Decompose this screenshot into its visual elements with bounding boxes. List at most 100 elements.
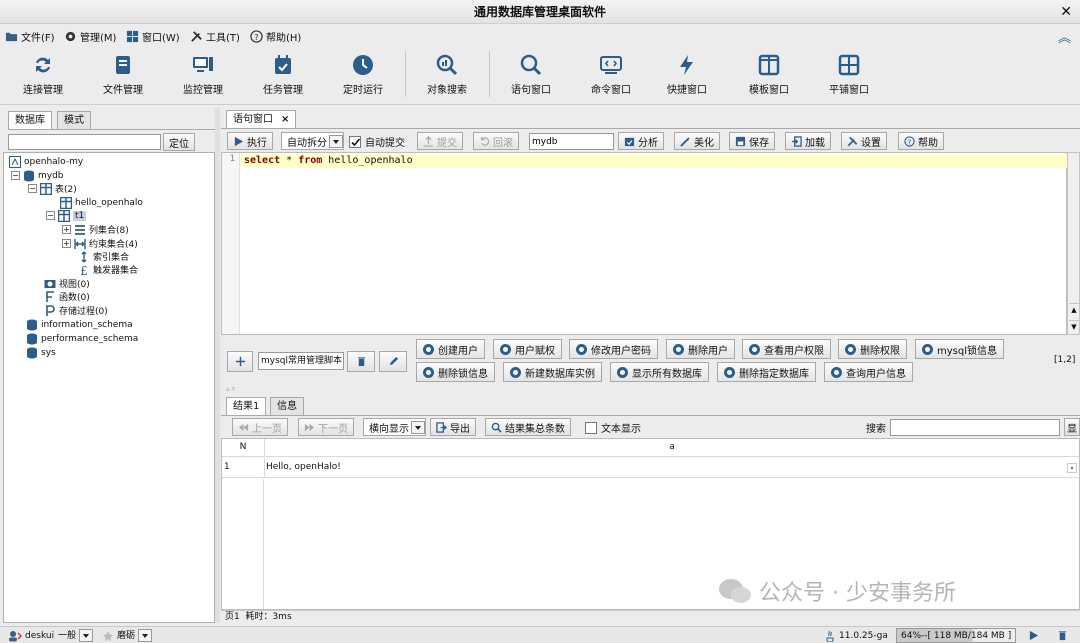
create-user-button[interactable]: 创建用户 <box>416 339 485 359</box>
column-header-n[interactable]: N <box>222 442 264 452</box>
beautify-button[interactable]: 美化 <box>674 132 720 150</box>
menu-help[interactable]: ? 帮助(H) <box>250 28 301 44</box>
column-header-a[interactable]: a <box>265 442 1079 452</box>
change-password-button[interactable]: 修改用户密码 <box>569 339 658 359</box>
gc-run-button[interactable] <box>1024 628 1042 643</box>
expand-toggle-icon[interactable]: + <box>62 239 71 248</box>
style-select[interactable]: 磨砺 <box>102 628 153 643</box>
sql-editor[interactable]: 1 select * from hello_openhalo <box>221 152 1067 335</box>
show-databases-button[interactable]: 显示所有数据库 <box>610 362 709 382</box>
mysql-lock-info-button[interactable]: mysql锁信息 <box>915 339 1004 359</box>
show-button[interactable]: 显 <box>1064 418 1080 436</box>
tree-node-views[interactable]: 视图(0) <box>44 277 90 290</box>
scheduled-run-button[interactable]: 定时运行 <box>328 51 398 101</box>
revoke-privilege-button[interactable]: 删除权限 <box>838 339 907 359</box>
tab-database[interactable]: 数据库 <box>8 111 52 129</box>
menu-manage[interactable]: 管理(M) <box>64 28 116 44</box>
add-script-button[interactable] <box>227 351 253 372</box>
total-count-button[interactable]: 结果集总条数 <box>485 418 571 436</box>
tile-window-button[interactable]: 平铺窗口 <box>814 51 884 101</box>
tree-node-hello-openhalo[interactable]: hello_openhalo <box>60 196 143 209</box>
tree-node-columns[interactable]: + 列集合(8) <box>62 223 129 236</box>
tree-node-t1[interactable]: − t1 <box>46 209 87 222</box>
save-button[interactable]: 保存 <box>729 132 775 150</box>
level-select[interactable]: 一般 <box>58 628 94 643</box>
drop-database-button[interactable]: 删除指定数据库 <box>717 362 816 382</box>
tree-filter-input[interactable] <box>8 134 161 150</box>
template-window-button[interactable]: 模板窗口 <box>734 51 804 101</box>
collapse-toggle-icon[interactable]: − <box>46 211 55 220</box>
editor-scrollbar[interactable]: ▲ ▼ <box>1067 152 1080 335</box>
tree-node-mydb[interactable]: − mydb <box>11 169 64 182</box>
tree-node-performance-schema[interactable]: performance_schema <box>26 332 138 345</box>
text-display-checkbox[interactable]: 文本显示 <box>585 420 641 435</box>
tab-statement-window[interactable]: 语句窗口 × <box>226 110 297 128</box>
auto-split-select[interactable]: 自动拆分 <box>281 132 344 150</box>
collapse-toolbar-icon[interactable]: ︽ <box>1058 27 1071 46</box>
tree-node-procedures[interactable]: 存储过程(0) <box>44 304 108 317</box>
settings-button[interactable]: 设置 <box>841 132 887 150</box>
expand-toggle-icon[interactable]: + <box>62 225 71 234</box>
help-button[interactable]: ? 帮助 <box>898 132 944 150</box>
edit-script-button[interactable] <box>379 351 407 372</box>
menu-file[interactable]: 文件(F) <box>5 28 55 44</box>
new-db-instance-button[interactable]: 新建数据库实例 <box>503 362 602 382</box>
export-button[interactable]: 导出 <box>430 418 476 436</box>
file-manage-button[interactable]: 文件管理 <box>88 51 158 101</box>
panel-splitter[interactable] <box>215 108 220 623</box>
connect-manage-button[interactable]: 连接管理 <box>8 51 78 101</box>
tree-node-information-schema[interactable]: information_schema <box>26 318 133 331</box>
menu-tools[interactable]: 工具(T) <box>190 28 240 44</box>
view-user-privileges-button[interactable]: 查看用户权限 <box>742 339 831 359</box>
quick-window-button[interactable]: 快捷窗口 <box>652 51 722 101</box>
statement-window-button[interactable]: 语句窗口 <box>496 51 566 101</box>
query-user-info-button[interactable]: 查询用户信息 <box>824 362 913 382</box>
analyze-button[interactable]: 分析 <box>618 132 664 150</box>
grant-user-button[interactable]: 用户赋权 <box>493 339 562 359</box>
tab-info[interactable]: 信息 <box>270 397 304 415</box>
collapse-toggle-icon[interactable]: − <box>11 171 20 180</box>
table-row[interactable]: 1 Hello, openHalo! ▾ <box>222 458 1079 478</box>
commit-button[interactable]: 提交 <box>417 132 463 150</box>
tree-node-functions[interactable]: 函数(0) <box>44 290 90 303</box>
load-button[interactable]: 加载 <box>785 132 831 150</box>
menu-window[interactable]: 窗口(W) <box>126 28 180 44</box>
scroll-up-icon[interactable]: ▲ <box>1069 303 1079 316</box>
next-page-button[interactable]: 下一页 <box>298 418 354 436</box>
result-search-input[interactable] <box>890 419 1060 436</box>
trigger-icon: £ <box>80 264 88 276</box>
database-input[interactable] <box>529 133 614 150</box>
prev-page-button[interactable]: 上一页 <box>232 418 288 436</box>
tree-node-indexes[interactable]: 索引集合 <box>78 250 129 263</box>
locate-button[interactable]: 定位 <box>163 133 195 151</box>
display-mode-select[interactable]: 横向显示 <box>363 418 426 436</box>
cell-dropdown-icon[interactable]: ▾ <box>1067 463 1077 473</box>
task-manage-button[interactable]: 任务管理 <box>248 51 318 101</box>
collapse-toggle-icon[interactable]: − <box>28 184 37 193</box>
close-icon[interactable]: ✕ <box>1060 0 1072 24</box>
clear-button[interactable] <box>1053 628 1071 643</box>
memory-gauge[interactable]: 64%--[ 118 MB/184 MB ] <box>896 628 1016 643</box>
close-tab-icon[interactable]: × <box>281 111 289 128</box>
scroll-down-icon[interactable]: ▼ <box>1069 320 1079 333</box>
script-select[interactable]: mysql常用管理脚本 <box>258 352 344 370</box>
tab-result1[interactable]: 结果1 <box>226 397 267 415</box>
user-indicator[interactable]: deskui <box>8 628 54 643</box>
delete-lock-info-button[interactable]: 删除锁信息 <box>416 362 495 382</box>
tab-schema[interactable]: 模式 <box>57 111 91 129</box>
tree-node-sys[interactable]: sys <box>26 346 56 359</box>
tree-node-triggers[interactable]: £ 触发器集合 <box>78 263 138 277</box>
tree-node-connection[interactable]: openhalo-my <box>9 155 83 168</box>
object-search-button[interactable]: 对象搜索 <box>412 51 482 101</box>
auto-commit-checkbox[interactable]: 自动提交 <box>349 134 405 149</box>
monitor-manage-button[interactable]: 监控管理 <box>168 51 238 101</box>
cell-value[interactable]: Hello, openHalo! <box>266 462 341 472</box>
execute-button[interactable]: 执行 <box>227 132 273 150</box>
delete-user-button[interactable]: 删除用户 <box>666 339 735 359</box>
splitter-arrows-icon[interactable]: ▵ ▿ <box>226 385 235 393</box>
rollback-button[interactable]: 回滚 <box>473 132 519 150</box>
command-window-button[interactable]: 命令窗口 <box>576 51 646 101</box>
tree-node-constraints[interactable]: + 约束集合(4) <box>62 237 138 250</box>
delete-script-button[interactable] <box>347 351 375 372</box>
tree-node-tables[interactable]: − 表(2) <box>28 182 77 195</box>
